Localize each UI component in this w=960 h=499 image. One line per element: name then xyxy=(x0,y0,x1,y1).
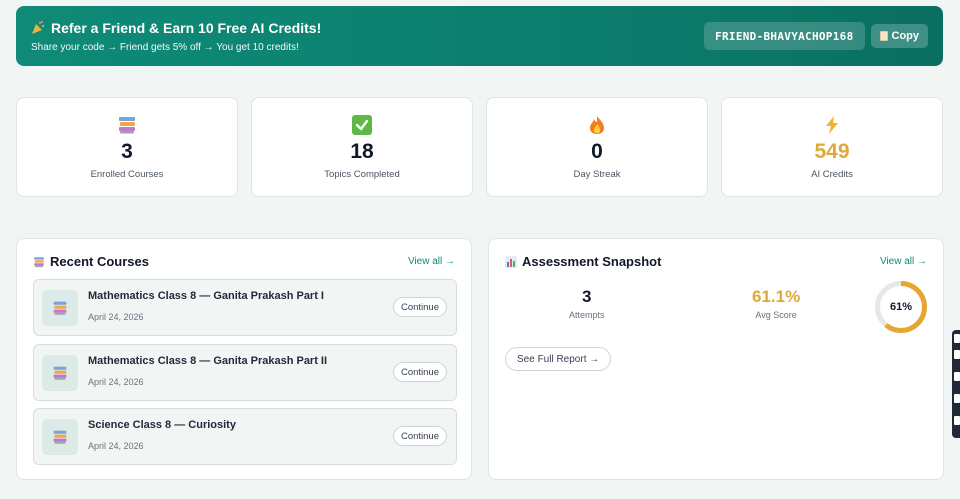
course-name: Mathematics Class 8 — Ganita Prakash Par… xyxy=(88,290,324,302)
course-name: Science Class 8 — Curiosity xyxy=(88,419,236,431)
course-name: Mathematics Class 8 — Ganita Prakash Par… xyxy=(88,355,328,367)
course-date: April 24, 2026 xyxy=(88,441,144,451)
assessment-snapshot-panel: Assessment Snapshot View all → 3 Attempt… xyxy=(488,238,944,480)
stat-card-ai-credits: 549 AI Credits xyxy=(721,97,943,197)
copy-label: Copy xyxy=(891,30,920,42)
view-all-assessments-link[interactable]: View all → xyxy=(880,256,927,267)
referral-banner: Refer a Friend & Earn 10 Free AI Credits… xyxy=(16,6,943,66)
attempts-label: Attempts xyxy=(569,310,605,320)
party-popper-icon xyxy=(32,20,44,34)
side-tool-icon[interactable] xyxy=(954,394,960,403)
stat-label: Topics Completed xyxy=(324,169,400,180)
continue-button[interactable]: Continue xyxy=(392,297,447,317)
stat-label: Day Streak xyxy=(573,169,621,180)
course-thumbnail xyxy=(42,290,78,326)
stat-card-day-streak: 0 Day Streak xyxy=(486,97,708,197)
side-tool-icon[interactable] xyxy=(954,372,960,381)
panel-header: Assessment Snapshot View all → xyxy=(505,254,927,269)
avg-score-label: Avg Score xyxy=(755,310,797,320)
attempts-value: 3 xyxy=(582,287,592,306)
see-full-report-button[interactable]: See Full Report → xyxy=(505,347,612,371)
course-item[interactable]: Mathematics Class 8 — Ganita Prakash Par… xyxy=(33,344,457,401)
books-icon xyxy=(34,256,44,267)
clipboard-icon xyxy=(879,31,888,41)
lightning-icon xyxy=(821,114,843,136)
continue-button[interactable]: Continue xyxy=(392,426,447,446)
continue-button[interactable]: Continue xyxy=(392,362,447,382)
side-toolbar[interactable] xyxy=(952,330,960,438)
view-all-courses-link[interactable]: View all → xyxy=(408,256,455,267)
fire-icon xyxy=(586,114,608,136)
stat-value: 3 xyxy=(121,140,133,163)
stat-card-topics-completed: 18 Topics Completed xyxy=(251,97,473,197)
stat-value: 0 xyxy=(591,140,603,163)
course-item[interactable]: Science Class 8 — Curiosity April 24, 20… xyxy=(33,408,457,465)
recent-courses-panel: Recent Courses View all → Mathematics Cl… xyxy=(16,238,472,480)
course-date: April 24, 2026 xyxy=(88,312,144,322)
course-item[interactable]: Mathematics Class 8 — Ganita Prakash Par… xyxy=(33,279,457,336)
banner-title-text: Refer a Friend & Earn 10 Free AI Credits… xyxy=(51,19,322,36)
books-icon xyxy=(116,114,138,136)
side-tool-icon[interactable] xyxy=(954,334,960,343)
score-progress-label: 61% xyxy=(889,301,913,313)
stat-value: 549 xyxy=(814,140,850,163)
banner-subtitle: Share your code → Friend gets 5% off → Y… xyxy=(31,41,299,53)
stat-value: 18 xyxy=(350,140,374,163)
avg-score-metric: 61.1% Avg Score xyxy=(752,287,800,320)
panel-title: Assessment Snapshot xyxy=(505,254,661,269)
course-thumbnail xyxy=(42,355,78,391)
books-icon xyxy=(53,366,67,380)
copy-button[interactable]: Copy xyxy=(870,24,928,48)
attempts-metric: 3 Attempts xyxy=(569,287,605,320)
course-thumbnail xyxy=(42,419,78,455)
banner-title: Refer a Friend & Earn 10 Free AI Credits… xyxy=(31,20,321,36)
check-icon xyxy=(351,114,373,136)
panel-title-text: Assessment Snapshot xyxy=(522,254,662,269)
bar-chart-icon xyxy=(505,255,517,268)
stat-card-enrolled-courses: 3 Enrolled Courses xyxy=(16,97,238,197)
stat-label: AI Credits xyxy=(811,169,853,180)
avg-score-value: 61.1% xyxy=(752,287,801,306)
panel-title: Recent Courses xyxy=(33,254,149,269)
banner-text: Refer a Friend & Earn 10 Free AI Credits… xyxy=(31,20,321,53)
stat-label: Enrolled Courses xyxy=(90,169,164,180)
side-tool-icon[interactable] xyxy=(954,416,960,425)
panel-title-text: Recent Courses xyxy=(50,254,149,269)
panel-header: Recent Courses View all → xyxy=(33,254,455,269)
side-tool-icon[interactable] xyxy=(954,350,960,359)
course-date: April 24, 2026 xyxy=(88,377,144,387)
referral-code-area: FRIEND-BHAVYACHOP168 Copy xyxy=(704,22,928,50)
books-icon xyxy=(53,301,67,315)
books-icon xyxy=(53,430,67,444)
referral-code[interactable]: FRIEND-BHAVYACHOP168 xyxy=(704,22,865,50)
